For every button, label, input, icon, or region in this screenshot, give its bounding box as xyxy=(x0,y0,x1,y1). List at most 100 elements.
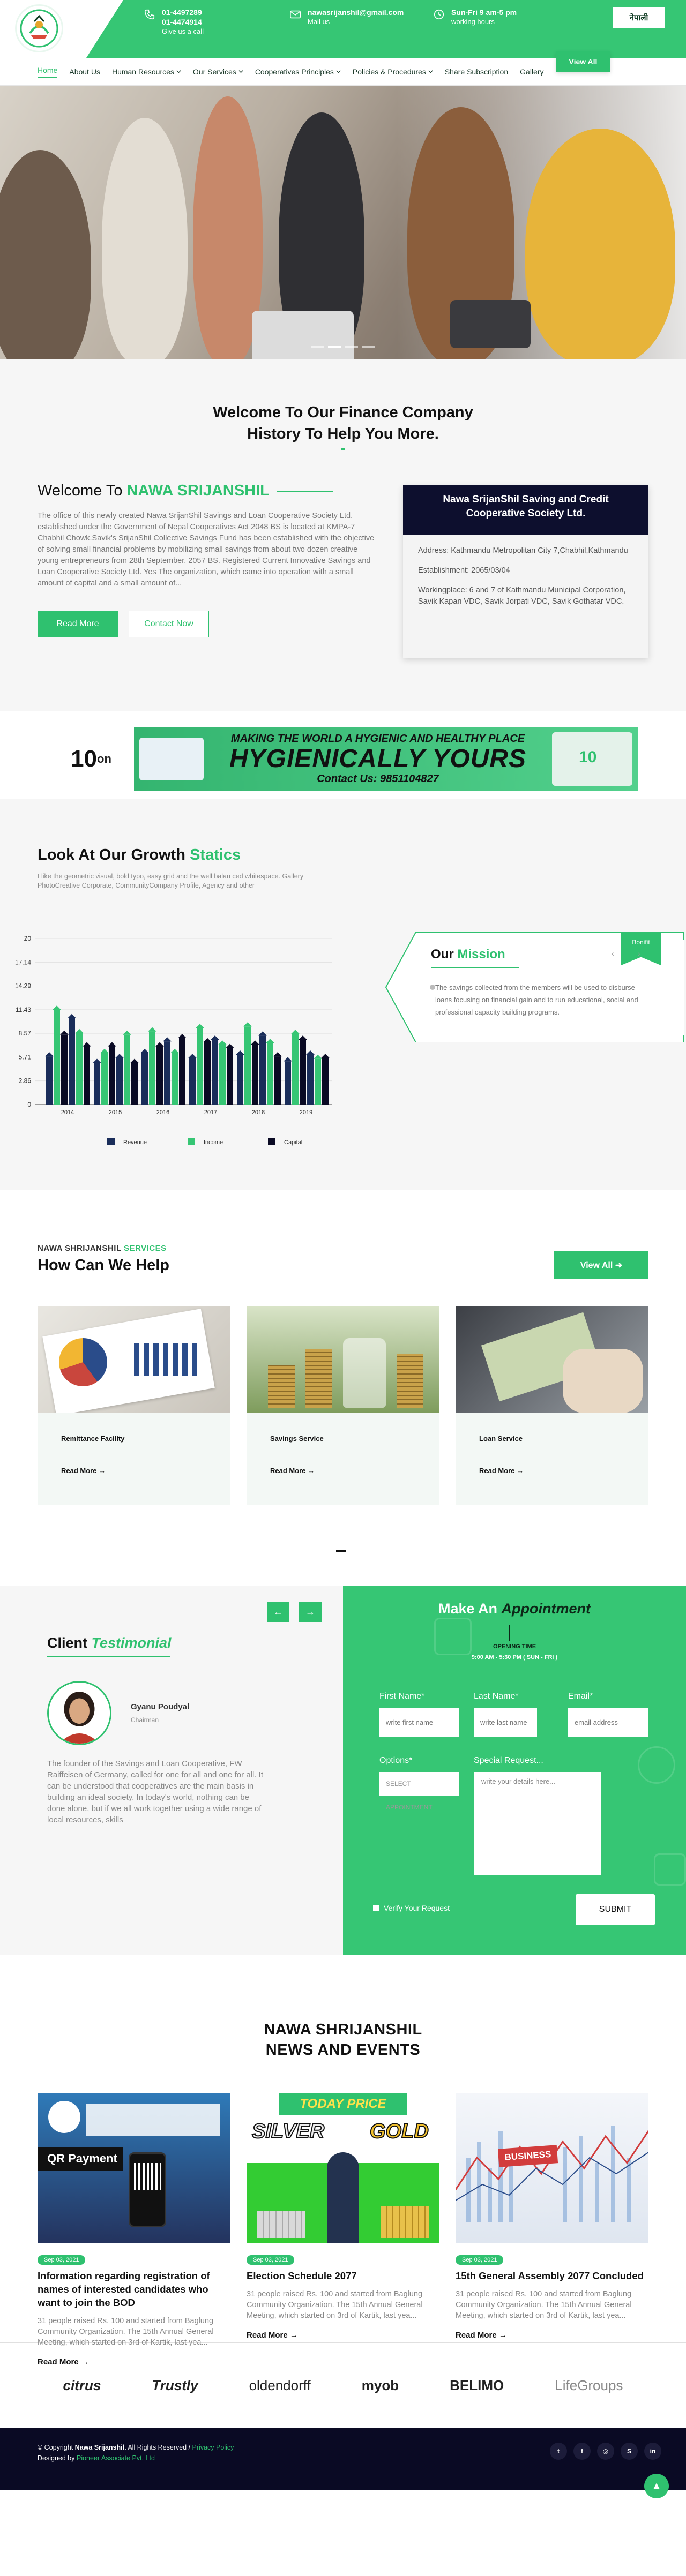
service-image-remittance xyxy=(38,1306,230,1413)
nav-label: Our Services xyxy=(192,67,236,76)
phone-number-2[interactable]: 01-4474914 xyxy=(162,17,204,27)
ad-tagline: MAKING THE WORLD A HYGIENIC AND HEALTHY … xyxy=(230,733,525,745)
hero-laptop xyxy=(252,311,354,359)
read-more-label: Read More xyxy=(479,1467,515,1475)
arrow-right-button[interactable]: → xyxy=(299,1602,322,1622)
submit-button[interactable]: SUBMIT xyxy=(576,1894,655,1925)
privacy-policy-link[interactable]: Privacy Policy xyxy=(192,2444,234,2451)
news-card[interactable]: TODAY PRICE SILVER GOLD Sep 03, 2021 Ele… xyxy=(247,2093,439,2340)
hours-info: Sun-Fri 9 am-5 pm working hours xyxy=(433,7,517,27)
partner-logo-citrus[interactable]: citrus xyxy=(63,2377,101,2394)
verify-label: Verify Your Request xyxy=(384,1904,450,1912)
bar-cap xyxy=(163,1037,172,1042)
ad-banner[interactable]: 10 on MAKING THE WORLD A HYGIENIC AND HEA… xyxy=(48,727,638,791)
first-name-input[interactable] xyxy=(379,1708,459,1737)
news-title-text[interactable]: Information regarding registration of na… xyxy=(38,2269,230,2309)
y-tick-label: 8.57 xyxy=(19,1030,32,1037)
partner-logo-trustly[interactable]: Trustly xyxy=(152,2377,198,2394)
bar-revenue xyxy=(237,1055,243,1105)
chevron-right-icon[interactable]: › xyxy=(638,949,640,958)
phone-number-1[interactable]: 01-4497289 xyxy=(162,7,204,17)
facebook-icon[interactable]: f xyxy=(573,2443,591,2460)
slider-dot[interactable] xyxy=(362,346,375,348)
bar-cap xyxy=(218,1040,227,1045)
news-card[interactable]: BUSINESS Sep 03, 2021 15th General Assem… xyxy=(456,2093,648,2340)
bar-cap xyxy=(75,1028,84,1033)
nav-item-our-services[interactable]: Our Services xyxy=(193,67,243,76)
person-portrait-icon xyxy=(49,1683,110,1744)
nav-item-home[interactable]: Home xyxy=(38,66,58,78)
arrow-right-icon: ➜ xyxy=(615,1261,623,1270)
service-read-more-link[interactable]: Read More → xyxy=(61,1467,106,1475)
special-request-textarea[interactable]: write your details here... xyxy=(474,1772,601,1875)
email-input[interactable] xyxy=(568,1708,648,1737)
verify-checkbox[interactable]: Verify Your Request xyxy=(373,1904,450,1912)
skype-icon[interactable]: S xyxy=(621,2443,638,2460)
bar-capital xyxy=(252,1045,258,1105)
x-tick-label: 2016 xyxy=(156,1109,169,1116)
partner-logo-lifegroups[interactable]: LifeGroups xyxy=(555,2377,623,2394)
nav-item-share-subscription[interactable]: Share Subscription xyxy=(445,67,508,76)
news-image-label: SILVER xyxy=(251,2120,325,2143)
partner-logo-belimo[interactable]: BELIMO xyxy=(450,2377,504,2394)
appointment-options-select[interactable]: SELECT APPOINTMENT xyxy=(379,1772,459,1811)
slider-dot[interactable] xyxy=(311,346,324,348)
linkedin-icon[interactable]: in xyxy=(644,2443,661,2460)
ad-banner-section: 10 on MAKING THE WORLD A HYGIENIC AND HEA… xyxy=(0,711,686,799)
service-read-more-link[interactable]: Read More → xyxy=(479,1467,524,1475)
email-address[interactable]: nawasrijanshil@gmail.com xyxy=(308,7,404,17)
nav-item-gallery[interactable]: Gallery xyxy=(520,67,543,76)
service-card-savings[interactable]: Savings Service Read More → xyxy=(247,1306,439,1505)
instagram-icon[interactable]: ◎ xyxy=(597,2443,614,2460)
news-title-text[interactable]: 15th General Assembly 2077 Concluded xyxy=(456,2269,648,2282)
last-name-input[interactable] xyxy=(474,1708,537,1737)
news-read-more-link[interactable]: Read More → xyxy=(456,2331,648,2340)
nav-label: Human Resources xyxy=(111,67,174,76)
nav-item-about[interactable]: About Us xyxy=(69,67,100,76)
slider-dot[interactable] xyxy=(345,346,358,348)
phone-contact[interactable]: 01-4497289 01-4474914 Give us a call xyxy=(144,7,204,36)
service-card-remittance[interactable]: Remittance Facility Read More → xyxy=(38,1306,230,1505)
avatar xyxy=(47,1681,111,1745)
news-read-more-link[interactable]: Read More → xyxy=(38,2357,230,2367)
news-read-more-link[interactable]: Read More → xyxy=(247,2331,439,2340)
main-nav: Home About Us Human Resources Our Servic… xyxy=(0,51,686,86)
nav-item-cooperatives-principles[interactable]: Cooperatives Principles xyxy=(255,67,341,76)
bar-cap xyxy=(203,1038,212,1042)
service-card-loan[interactable]: Loan Service Read More → xyxy=(456,1306,648,1505)
contact-now-button[interactable]: Contact Now xyxy=(129,611,209,637)
bar-cap xyxy=(306,1050,315,1055)
news-title-text[interactable]: Election Schedule 2077 xyxy=(247,2269,439,2282)
slider-dot-active[interactable] xyxy=(328,346,341,348)
nav-item-human-resources[interactable]: Human Resources xyxy=(112,67,181,76)
twitter-icon[interactable]: t xyxy=(550,2443,567,2460)
partner-logo-oldendorff[interactable]: oldendorff xyxy=(249,2377,311,2394)
carousel-indicator[interactable] xyxy=(336,1550,346,1552)
testimonial-panel: ← → Client Testimonial Gyanu Poudyal Cha… xyxy=(0,1586,343,1955)
bar-income xyxy=(54,1010,60,1105)
news-card[interactable]: QR Payment Sep 03, 2021 Information rega… xyxy=(38,2093,230,2367)
bar-cap xyxy=(148,1027,156,1032)
scroll-to-top-button[interactable]: ▲ xyxy=(644,2474,669,2498)
nav-item-policies[interactable]: Policies & Procedures xyxy=(353,67,433,76)
partner-logo-myob[interactable]: myob xyxy=(362,2377,399,2394)
hero-slider[interactable] xyxy=(0,86,686,359)
arrow-left-button[interactable]: ← xyxy=(267,1602,289,1622)
services-kicker-accent: SERVICES xyxy=(124,1244,167,1253)
service-read-more-link[interactable]: Read More → xyxy=(270,1467,315,1475)
designer-link[interactable]: Pioneer Associate Pvt. Ltd xyxy=(77,2454,155,2462)
services-view-all-button[interactable]: View All ➜ xyxy=(554,1251,648,1279)
language-toggle-button[interactable]: नेपाली xyxy=(613,7,665,28)
welcome-about: Welcome To NAWA SRIJANSHIL The office of … xyxy=(38,482,381,637)
bar-income xyxy=(197,1028,203,1105)
read-more-button[interactable]: Read More xyxy=(38,611,118,637)
view-all-button[interactable]: View All xyxy=(556,51,610,72)
checkbox-box[interactable] xyxy=(373,1905,379,1911)
read-more-label: Read More xyxy=(61,1467,97,1475)
site-logo[interactable] xyxy=(15,4,63,52)
y-tick-label: 11.43 xyxy=(16,1006,31,1013)
bar-cap xyxy=(68,1013,76,1018)
chevron-left-icon[interactable]: ‹ xyxy=(612,949,614,958)
mail-contact[interactable]: nawasrijanshil@gmail.com Mail us xyxy=(289,7,404,27)
bar-revenue xyxy=(116,1058,123,1105)
